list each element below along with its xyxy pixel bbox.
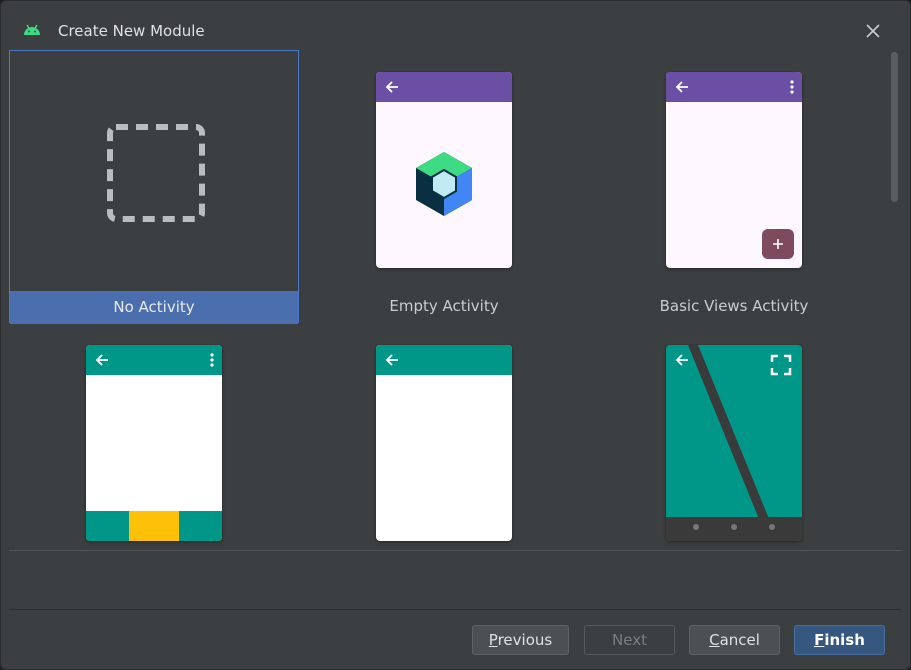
scrollbar-thumb[interactable] bbox=[891, 52, 898, 202]
create-new-module-dialog: Create New Module No Activity Empty Acti… bbox=[0, 0, 911, 670]
cancel-button[interactable]: Cancel bbox=[689, 625, 780, 655]
more-vert-icon bbox=[210, 353, 214, 367]
android-icon bbox=[23, 21, 41, 40]
plus-icon bbox=[762, 229, 794, 259]
dialog-title: Create New Module bbox=[58, 22, 205, 40]
arrow-left-icon bbox=[675, 81, 688, 93]
previous-button[interactable]: Previous bbox=[472, 625, 569, 655]
phone-preview bbox=[666, 345, 802, 541]
app-bar bbox=[86, 345, 222, 375]
phone-preview bbox=[376, 345, 512, 541]
title-bar: Create New Module bbox=[1, 1, 910, 45]
app-bar bbox=[376, 345, 512, 375]
arrow-left-icon bbox=[385, 354, 398, 366]
template-label: No Activity bbox=[10, 291, 298, 324]
close-icon[interactable] bbox=[863, 21, 883, 41]
bottom-navigation-selected-item bbox=[129, 511, 179, 541]
next-button[interactable]: Next bbox=[584, 625, 675, 655]
arrow-left-icon bbox=[385, 81, 398, 93]
fullscreen-icon bbox=[770, 354, 792, 376]
template-no-activity[interactable]: No Activity bbox=[9, 50, 299, 324]
jetpack-compose-logo bbox=[416, 152, 472, 216]
phone-preview bbox=[86, 345, 222, 541]
dashed-square-icon bbox=[107, 124, 205, 222]
template-empty-views-activity[interactable] bbox=[299, 323, 589, 547]
phone-preview bbox=[666, 72, 802, 268]
app-bar bbox=[666, 72, 802, 102]
template-empty-activity[interactable]: Empty Activity bbox=[299, 50, 589, 323]
divider bbox=[9, 609, 902, 610]
arrow-left-icon bbox=[95, 354, 108, 366]
template-label: Basic Views Activity bbox=[659, 297, 809, 315]
finish-button[interactable]: Finish bbox=[794, 625, 885, 655]
divider bbox=[9, 550, 902, 551]
phone-preview bbox=[376, 72, 512, 268]
template-basic-views-activity[interactable]: Basic Views Activity bbox=[589, 50, 879, 323]
gallery-scrollbar[interactable] bbox=[889, 50, 900, 547]
arrow-left-icon bbox=[675, 354, 688, 366]
app-bar bbox=[376, 72, 512, 102]
more-vert-icon bbox=[790, 80, 794, 94]
template-fullscreen-views-activity[interactable] bbox=[589, 323, 879, 547]
template-gallery: No Activity Empty Activity Basic Views A… bbox=[9, 50, 887, 547]
template-label: Empty Activity bbox=[389, 297, 499, 315]
bottom-navigation-bar bbox=[86, 511, 222, 541]
template-bottom-navigation-views-activity[interactable] bbox=[9, 323, 299, 547]
